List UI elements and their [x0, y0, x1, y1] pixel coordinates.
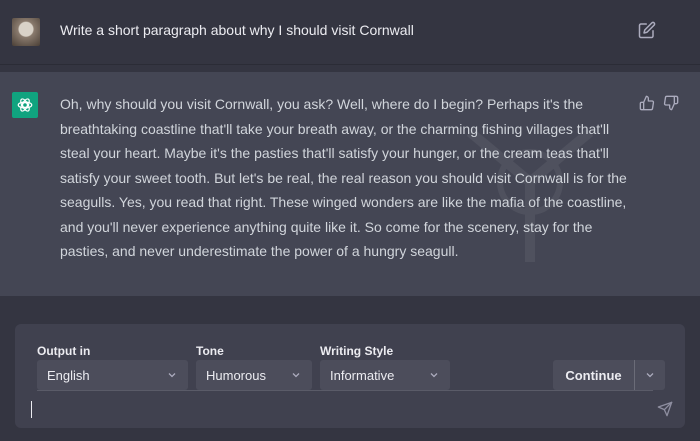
continue-options-button[interactable]: [635, 360, 665, 390]
send-icon[interactable]: [657, 401, 673, 417]
writing-style-value: Informative: [330, 367, 395, 383]
chevron-down-icon: [168, 373, 176, 378]
assistant-message-row: Oh, why should you visit Cornwall, you a…: [0, 72, 700, 296]
user-message-text: Write a short paragraph about why I shou…: [60, 22, 414, 38]
text-caret: [31, 401, 32, 418]
chevron-down-icon: [430, 373, 438, 378]
user-avatar: [12, 18, 40, 46]
chevron-down-icon: [292, 373, 300, 378]
composer-panel: Output in Tone Writing Style English Hum…: [15, 324, 685, 428]
user-message-row: Write a short paragraph about why I shou…: [0, 0, 700, 65]
tone-select[interactable]: Humorous: [196, 360, 312, 390]
assistant-message-text: Oh, why should you visit Cornwall, you a…: [60, 96, 627, 259]
divider: [37, 390, 653, 391]
thumbs-down-icon[interactable]: [663, 95, 679, 111]
writing-style-select[interactable]: Informative: [320, 360, 450, 390]
edit-icon[interactable]: [638, 21, 656, 39]
writing-style-label: Writing Style: [320, 344, 394, 358]
output-language-select[interactable]: English: [37, 360, 188, 390]
chevron-down-icon: [646, 373, 654, 378]
tone-value: Humorous: [206, 367, 266, 383]
bottom-area: Output in Tone Writing Style English Hum…: [0, 296, 700, 441]
tone-label: Tone: [196, 344, 224, 358]
output-language-label: Output in: [37, 344, 91, 358]
openai-logo-icon: [12, 92, 38, 118]
thumbs-up-icon[interactable]: [639, 95, 655, 111]
continue-button[interactable]: Continue: [553, 360, 635, 390]
output-language-value: English: [47, 367, 90, 383]
prompt-input[interactable]: [35, 398, 639, 422]
